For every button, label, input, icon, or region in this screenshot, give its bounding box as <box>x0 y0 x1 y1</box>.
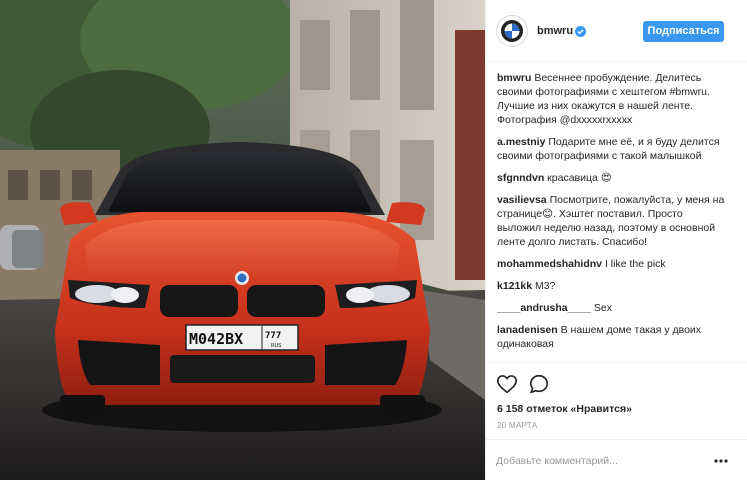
follow-button[interactable]: Подписаться <box>643 21 724 42</box>
plate-region: 777 <box>265 331 281 341</box>
comment-item: lanadenisen В нашем доме такая у двоих о… <box>497 323 727 351</box>
post-panel: bmwru Подписаться bmwru Весеннее пробужд… <box>485 0 747 480</box>
more-icon[interactable] <box>711 454 731 468</box>
username[interactable]: bmwru <box>537 25 573 37</box>
comment-author[interactable]: a.mestniy <box>497 136 545 148</box>
comment-author[interactable]: k121kk <box>497 280 532 292</box>
comment-item: sfgnndvn красавица 😍 <box>497 171 727 185</box>
plate-country: RUS <box>271 343 281 349</box>
comment-author[interactable]: vasilievsa <box>497 194 547 206</box>
comment-item: ____andrusha____ Sex <box>497 301 727 315</box>
post-date: 20 МАРТА <box>497 421 538 430</box>
comment-text: M3? <box>534 280 556 292</box>
post-photo[interactable]: М042ВХ 777 RUS <box>0 0 485 480</box>
bmw-logo-icon <box>501 20 523 42</box>
post-actions: 6 158 отметок «Нравится» 20 МАРТА <box>486 362 747 480</box>
heart-icon[interactable] <box>496 373 518 395</box>
verified-icon <box>575 26 586 37</box>
comment-author[interactable]: ____andrusha____ <box>497 302 591 314</box>
comment-item: k121kk M3? <box>497 279 727 293</box>
comment-input[interactable] <box>496 452 706 470</box>
comment-text: I like the pick <box>604 258 666 270</box>
comment-item: bmwru Весеннее пробуждение. Делитесь сво… <box>497 71 727 127</box>
comment-text: Sex <box>593 302 612 314</box>
car-image: М042ВХ 777 RUS <box>0 0 485 480</box>
post-header: bmwru Подписаться <box>486 0 747 62</box>
comment-item: mohammedshahidnv I like the pick <box>497 257 727 271</box>
comment-item: a.mestniy Подарите мне её, и я буду дели… <box>497 135 727 163</box>
comments-list[interactable]: bmwru Весеннее пробуждение. Делитесь сво… <box>497 71 727 359</box>
comment-author[interactable]: lanadenisen <box>497 324 558 336</box>
comment-text: красавица 😍 <box>547 172 612 184</box>
comment-icon[interactable] <box>528 373 550 395</box>
likes-count[interactable]: 6 158 отметок «Нравится» <box>497 403 632 415</box>
avatar[interactable] <box>496 15 528 47</box>
comment-author[interactable]: sfgnndvn <box>497 172 544 184</box>
comment-author[interactable]: bmwru <box>497 72 531 84</box>
comment-item: vasilievsa Посмотрите, пожалуйста, у мен… <box>497 193 727 249</box>
comment-author[interactable]: mohammedshahidnv <box>497 258 602 270</box>
add-comment-section <box>486 439 747 480</box>
plate-number: М042ВХ <box>189 330 243 348</box>
